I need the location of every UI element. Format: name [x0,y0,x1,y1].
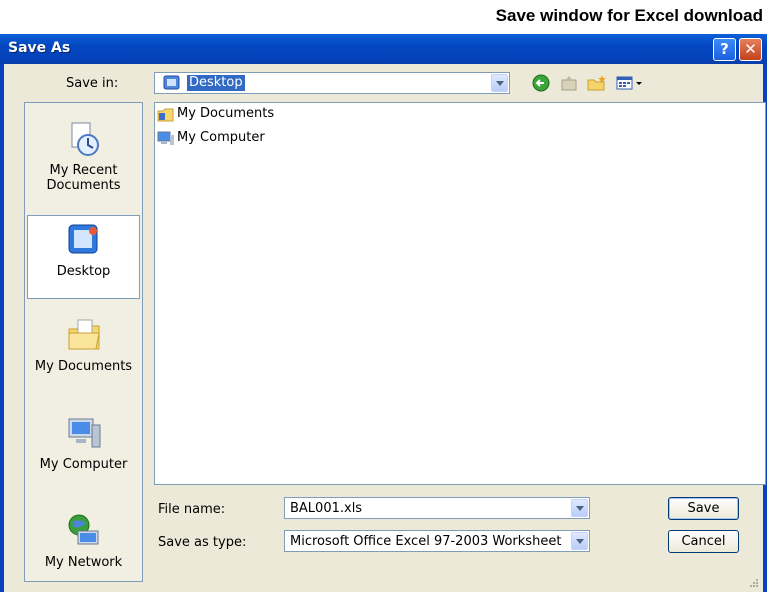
file-name-value: BAL001.xls [290,501,363,516]
resize-grip-icon[interactable] [749,578,759,588]
place-label: My Network [44,555,123,570]
dialog-body: Save in: Desktop My Recent Documents Des… [0,64,767,592]
save-as-dialog: Save As ? ✕ Save in: Desktop My Recent D… [0,34,767,592]
title-bar[interactable]: Save As ? ✕ [0,34,767,64]
new-folder-icon[interactable] [586,74,606,92]
dialog-title: Save As [8,40,71,56]
close-button[interactable]: ✕ [739,38,762,61]
file-name-label: My Computer [177,130,265,145]
save-in-value: Desktop [186,74,246,92]
desktop-icon [68,224,97,254]
place-my-network[interactable]: My Network [25,513,142,570]
place-label: My Recent Documents [46,163,121,193]
file-list[interactable]: My Documents My Computer [154,102,766,485]
save-in-dropdown[interactable]: Desktop [154,72,510,94]
place-desktop[interactable]: Desktop [27,215,140,299]
my-computer-icon [68,418,100,448]
back-icon[interactable] [532,74,552,92]
my-network-icon [68,514,98,545]
places-bar: My Recent Documents Desktop My Documents [24,102,143,582]
file-name-label: My Documents [177,106,275,121]
place-label: My Computer [39,457,128,472]
list-item[interactable]: My Computer [157,129,265,147]
recent-documents-icon [71,122,99,156]
place-my-computer[interactable]: My Computer [25,415,142,472]
file-name-dropdown-arrow[interactable] [571,499,588,517]
desktop-icon [163,75,180,90]
list-item[interactable]: My Documents [157,105,274,123]
my-documents-icon [157,108,174,121]
save-in-label: Save in: [66,76,119,91]
place-label: Desktop [56,264,111,279]
place-label: My Documents [34,359,133,374]
file-name-label: File name: [158,502,226,517]
cancel-button[interactable]: Cancel [668,530,739,553]
my-computer-icon [157,131,174,145]
save-as-type-dropdown-arrow[interactable] [571,532,588,550]
save-as-type-dropdown[interactable]: Microsoft Office Excel 97-2003 Worksheet [284,530,590,552]
save-button[interactable]: Save [668,497,739,520]
save-as-type-value: Microsoft Office Excel 97-2003 Worksheet [290,534,562,549]
views-menu-icon[interactable] [615,74,645,92]
my-documents-icon [68,319,100,350]
up-folder-icon[interactable] [560,74,580,92]
help-button[interactable]: ? [713,38,736,61]
save-as-type-label: Save as type: [158,535,247,550]
page-caption: Save window for Excel download [495,6,763,25]
place-my-recent-documents[interactable]: My Recent Documents [25,121,142,193]
save-in-dropdown-arrow[interactable] [491,74,508,92]
place-my-documents[interactable]: My Documents [25,317,142,374]
file-name-field[interactable]: BAL001.xls [284,497,590,519]
